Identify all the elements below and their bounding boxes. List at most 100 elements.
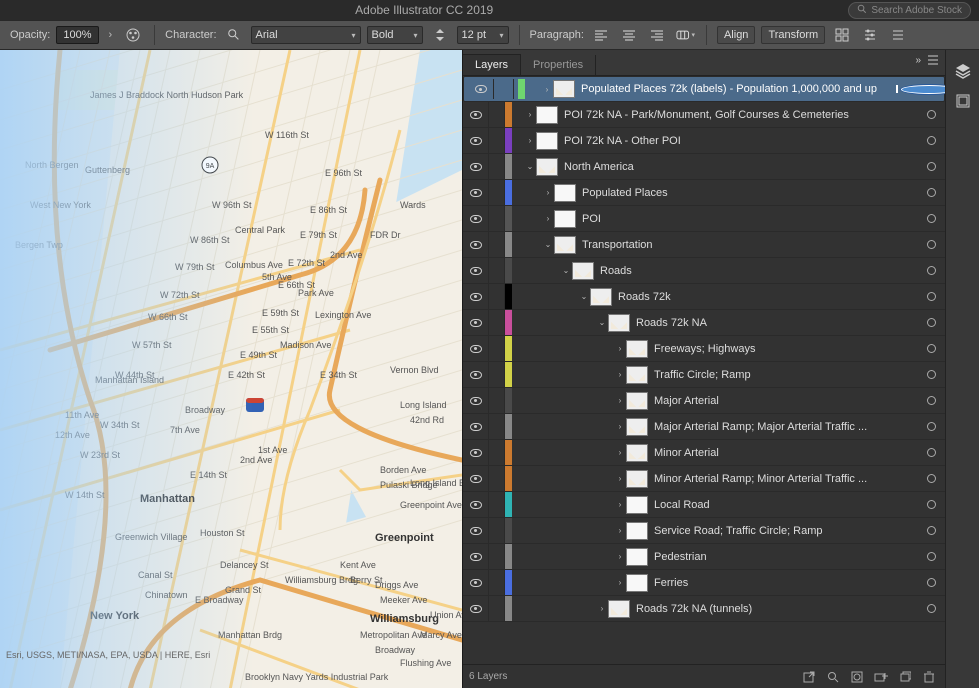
visibility-toggle[interactable] [463, 128, 489, 153]
layer-row[interactable]: ›POI 72k NA - Other POI [463, 128, 945, 154]
lock-column[interactable] [489, 232, 505, 257]
export-icon[interactable] [799, 668, 819, 686]
layer-row[interactable]: ›Major Arterial [463, 388, 945, 414]
visibility-toggle[interactable] [463, 518, 489, 543]
layer-row[interactable]: ›POI [463, 206, 945, 232]
visibility-toggle[interactable] [463, 466, 489, 491]
stock-search-input[interactable]: Search Adobe Stock [848, 2, 971, 19]
layer-row[interactable]: ›Service Road; Traffic Circle; Ramp [463, 518, 945, 544]
disclosure-right-icon[interactable]: › [614, 344, 626, 353]
disclosure-right-icon[interactable]: › [541, 85, 553, 94]
target-column[interactable] [917, 448, 945, 457]
layer-name[interactable]: Freeways; Highways [654, 343, 917, 355]
font-size-stepper-icon[interactable] [429, 24, 451, 46]
visibility-toggle[interactable] [463, 492, 489, 517]
target-icon[interactable] [927, 136, 936, 145]
target-column[interactable] [917, 474, 945, 483]
panel-menu-icon[interactable] [887, 24, 909, 46]
visibility-toggle[interactable] [463, 440, 489, 465]
disclosure-right-icon[interactable]: › [614, 396, 626, 405]
target-column[interactable] [917, 266, 945, 275]
visibility-toggle[interactable] [463, 154, 489, 179]
font-size-select[interactable]: 12 pt▾ [457, 26, 509, 44]
disclosure-right-icon[interactable]: › [614, 474, 626, 483]
layer-row[interactable]: ›Populated Places [463, 180, 945, 206]
target-icon[interactable] [927, 214, 936, 223]
preferences-icon[interactable] [859, 24, 881, 46]
target-column[interactable] [917, 240, 945, 249]
disclosure-right-icon[interactable]: › [596, 604, 608, 613]
panel-collapse-icon[interactable]: » [915, 55, 921, 66]
lock-column[interactable] [489, 284, 505, 309]
layer-row[interactable]: ⌄ Transportation [463, 232, 945, 258]
target-icon[interactable] [927, 370, 936, 379]
visibility-toggle[interactable] [463, 310, 489, 335]
disclosure-right-icon[interactable]: › [614, 552, 626, 561]
layer-row[interactable]: ›Minor Arterial Ramp; Minor Arterial Tra… [463, 466, 945, 492]
disclosure-right-icon[interactable]: › [614, 422, 626, 431]
font-style-select[interactable]: Bold▾ [367, 26, 423, 44]
opacity-arrow-icon[interactable]: › [105, 29, 117, 41]
align-center-icon[interactable] [618, 25, 640, 45]
disclosure-right-icon[interactable]: › [542, 214, 554, 223]
target-column[interactable] [917, 552, 945, 561]
target-column[interactable] [917, 500, 945, 509]
target-icon[interactable] [927, 266, 936, 275]
isolate-icon[interactable] [831, 24, 853, 46]
target-column[interactable] [917, 136, 945, 145]
layer-row[interactable]: ›Local Road [463, 492, 945, 518]
target-column[interactable] [917, 110, 945, 119]
visibility-toggle[interactable] [463, 414, 489, 439]
layer-row[interactable]: ›Populated Places 72k (labels) - Populat… [463, 76, 945, 102]
layer-row[interactable]: ›Traffic Circle; Ramp [463, 362, 945, 388]
target-column[interactable] [917, 578, 945, 587]
visibility-toggle[interactable] [463, 336, 489, 361]
visibility-toggle[interactable] [463, 232, 489, 257]
font-family-select[interactable]: Arial▾ [251, 26, 361, 44]
layer-row[interactable]: ⌄Roads [463, 258, 945, 284]
target-column[interactable] [917, 604, 945, 613]
lock-column[interactable] [489, 544, 505, 569]
target-column[interactable] [917, 370, 945, 379]
target-column[interactable] [917, 396, 945, 405]
target-column[interactable] [917, 422, 945, 431]
layer-name[interactable]: Populated Places [582, 187, 917, 199]
opacity-value[interactable]: 100% [56, 26, 98, 44]
layer-name[interactable]: Roads 72k NA [636, 317, 917, 329]
target-icon[interactable] [901, 85, 946, 94]
disclosure-down-icon[interactable]: ⌄ [542, 240, 554, 249]
visibility-toggle[interactable] [463, 284, 489, 309]
visibility-toggle[interactable] [463, 102, 489, 127]
target-icon[interactable] [927, 578, 936, 587]
lock-column[interactable] [489, 570, 505, 595]
lock-column[interactable] [489, 440, 505, 465]
target-icon[interactable] [927, 474, 936, 483]
target-column[interactable] [917, 318, 945, 327]
layer-name[interactable]: Roads [600, 265, 917, 277]
layer-list[interactable]: ›Populated Places 72k (labels) - Populat… [463, 76, 945, 664]
target-icon[interactable] [927, 552, 936, 561]
layer-row[interactable]: ⌄Roads 72k [463, 284, 945, 310]
lock-column[interactable] [489, 102, 505, 127]
lock-column[interactable] [489, 128, 505, 153]
target-column[interactable] [912, 85, 940, 94]
layer-name[interactable]: Transportation [582, 239, 917, 251]
target-icon[interactable] [927, 188, 936, 197]
lock-column[interactable] [489, 362, 505, 387]
layer-row[interactable]: ›Ferries [463, 570, 945, 596]
locate-icon[interactable] [823, 668, 843, 686]
font-search-icon[interactable] [223, 24, 245, 46]
new-layer-icon[interactable] [895, 668, 915, 686]
new-sublayer-icon[interactable] [871, 668, 891, 686]
layer-row[interactable]: ›Roads 72k NA (tunnels) [463, 596, 945, 622]
target-icon[interactable] [927, 162, 936, 171]
target-column[interactable] [917, 344, 945, 353]
visibility-toggle[interactable] [468, 79, 494, 99]
target-column[interactable] [917, 162, 945, 171]
target-icon[interactable] [927, 604, 936, 613]
disclosure-right-icon[interactable]: › [614, 448, 626, 457]
align-left-icon[interactable] [590, 25, 612, 45]
target-icon[interactable] [927, 396, 936, 405]
disclosure-right-icon[interactable]: › [524, 136, 536, 145]
layer-name[interactable]: Pedestrian [654, 551, 917, 563]
